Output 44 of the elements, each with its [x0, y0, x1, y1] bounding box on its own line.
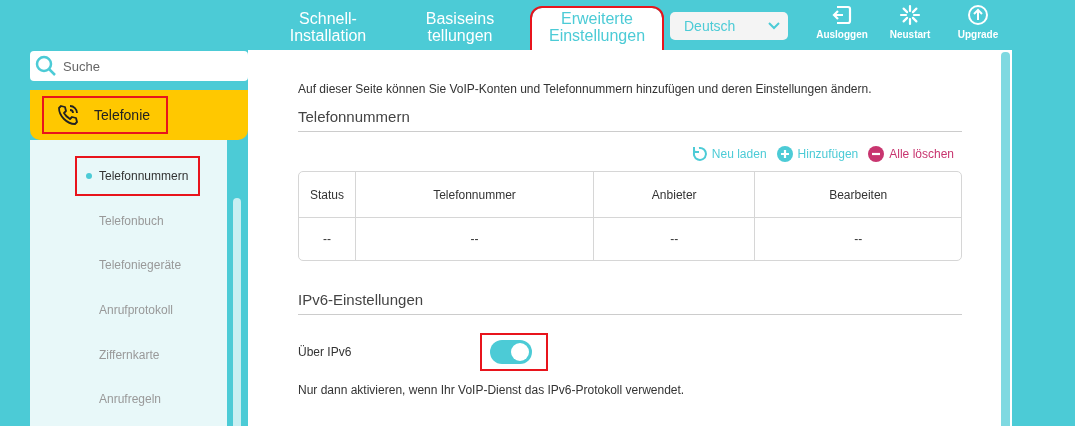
plus-circle-icon [776, 146, 793, 162]
submenu-item[interactable]: Ziffernkarte [77, 336, 170, 373]
menu-item[interactable]: Telefonie [44, 98, 166, 132]
nav-tab[interactable]: Basiseins tellungen [400, 8, 520, 50]
scrollbar[interactable] [1001, 52, 1010, 426]
column-header: Anbieter [593, 172, 755, 218]
section-title: Telefonnummern [298, 108, 962, 132]
minus-circle-icon [868, 146, 885, 162]
toolbar-button[interactable]: Upgrade [944, 4, 1012, 40]
column-header: Status [299, 172, 355, 218]
submenu-item[interactable]: Anrufprotokoll [77, 292, 184, 328]
column-header: Telefonnummer [355, 172, 593, 218]
nav-tab[interactable]: Schnell- Installation [268, 8, 388, 50]
table-cell: -- [355, 218, 593, 260]
toggle-switch[interactable] [490, 340, 532, 364]
spinner-icon [899, 4, 921, 26]
submenu-item[interactable]: Telefoniegeräte [77, 247, 192, 283]
logout-icon [831, 4, 853, 26]
table-cell: -- [754, 218, 961, 260]
nav-tab[interactable]: Erweiterte Einstellungen [532, 8, 662, 50]
bullet-icon [86, 172, 92, 179]
table-cell-text: -- [322, 231, 332, 248]
search-icon [35, 55, 57, 77]
toolbar-button[interactable]: Neustart [876, 4, 944, 40]
language-select[interactable]: Deutsch [670, 12, 788, 40]
submenu-item[interactable]: Anrufregeln [77, 381, 172, 418]
submenu-item[interactable]: Telefonbuch [77, 202, 174, 239]
action-link[interactable]: Neu laden [690, 146, 767, 162]
intro-text: Auf dieser Seite können Sie VoIP-Konten und Telefonnummern hinzufügen und deren Einstellungen ändern. [298, 82, 873, 96]
action-link[interactable]: Hinzufügen [776, 146, 859, 162]
phone-icon [56, 103, 80, 127]
refresh-icon [690, 146, 707, 162]
table-cell: -- [593, 218, 755, 260]
field-label: Über IPv6 [298, 345, 353, 359]
chevron-down-icon [768, 22, 780, 30]
arrow-up-circle-icon [967, 4, 989, 26]
scrollbar[interactable] [233, 198, 241, 426]
hint-text: Nur dann aktivieren, wenn Ihr VoIP-Dienst das IPv6-Protokoll verwendet. [298, 383, 686, 397]
action-link[interactable]: Alle löschen [868, 146, 954, 162]
section-title: IPv6-Einstellungen [298, 291, 962, 315]
submenu-item[interactable]: Telefonnummern [77, 158, 199, 194]
column-header: Bearbeiten [754, 172, 961, 218]
toolbar-button[interactable]: Ausloggen [808, 4, 876, 40]
search-field[interactable]: Suche [30, 51, 248, 81]
